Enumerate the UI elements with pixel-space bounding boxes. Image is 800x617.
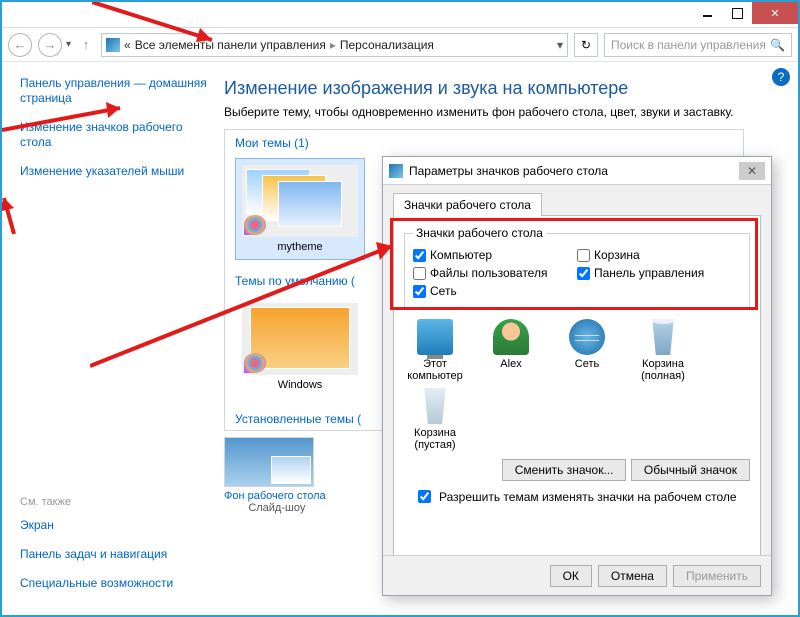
control-panel-icon [106,38,120,52]
computer-icon [417,319,453,355]
fieldset-legend: Значки рабочего стола [413,226,546,240]
user-icon [493,319,529,355]
sidebar-link-taskbar[interactable]: Панель задач и навигация [20,547,210,562]
search-icon: 🔍 [770,38,785,52]
forward-button[interactable]: → [38,33,62,57]
apply-button[interactable]: Применить [673,565,761,587]
default-icon-button[interactable]: Обычный значок [631,459,750,481]
tab-desktop-icons[interactable]: Значки рабочего стола [393,193,542,216]
search-placeholder: Поиск в панели управления [611,38,766,52]
dialog-close-button[interactable]: ✕ [739,162,765,180]
address-current[interactable]: Персонализация [340,38,434,52]
sidebar-link-pointers[interactable]: Изменение указателей мыши [20,164,210,179]
back-button[interactable]: ← [8,33,32,57]
tab-panel: Значки рабочего стола Компьютер Корзина … [393,215,761,559]
ok-button[interactable]: ОК [550,565,592,587]
toolbar: ← → ▾ ↑ « Все элементы панели управления… [2,28,798,62]
close-button[interactable]: ✕ [752,2,798,24]
theme-label: mytheme [277,241,322,253]
slideshow-label: Слайд-шоу [228,502,326,514]
sidebar: Панель управления — домашняя страница Из… [2,62,220,615]
sidebar-link-home[interactable]: Панель управления — домашняя страница [20,76,210,106]
dialog-title: Параметры значков рабочего стола [409,164,608,178]
recycle-bin-full-icon [645,319,681,355]
dialog-icon [389,164,403,178]
icon-cell-network[interactable]: Сеть [556,319,618,382]
checkbox-bin[interactable]: Корзина [577,246,741,264]
dialog-titlebar[interactable]: Параметры значков рабочего стола ✕ [383,157,771,185]
desktop-icons-fieldset: Значки рабочего стола Компьютер Корзина … [404,226,750,309]
theme-item-windows[interactable]: Windows [235,296,365,398]
address-root[interactable]: Все элементы панели управления [135,38,326,52]
allow-themes-checkbox[interactable] [418,490,431,503]
icon-cell-user[interactable]: Alex [480,319,542,382]
network-icon [569,319,605,355]
icon-cell-bin-empty[interactable]: Корзина (пустая) [404,388,466,451]
window-titlebar: ✕ [2,2,798,28]
theme-label: Windows [278,379,323,391]
up-button[interactable]: ↑ [77,33,95,57]
cancel-button[interactable]: Отмена [598,565,667,587]
sidebar-link-desktop-icons[interactable]: Изменение значков рабочего стола [20,120,210,150]
page-title: Изменение изображения и звука на компьют… [224,78,782,99]
recycle-bin-empty-icon [417,388,453,424]
sidebar-link-screen[interactable]: Экран [20,518,210,533]
icon-preview-grid: Этот компьютер Alex Сеть Корзина (полная… [404,309,750,455]
desktop-icons-dialog: Параметры значков рабочего стола ✕ Значк… [382,156,772,596]
change-icon-button[interactable]: Сменить значок... [502,459,627,481]
search-input[interactable]: Поиск в панели управления 🔍 [604,33,792,57]
help-icon[interactable]: ? [772,68,790,86]
icon-cell-bin-full[interactable]: Корзина (полная) [632,319,694,382]
page-subtitle: Выберите тему, чтобы одновременно измени… [224,105,782,119]
breadcrumb-separator-icon: ▸ [330,38,336,52]
refresh-button[interactable]: ↻ [574,33,598,57]
address-bar[interactable]: « Все элементы панели управления ▸ Персо… [101,33,568,57]
theme-item-mytheme[interactable]: mytheme [235,158,365,260]
icon-cell-computer[interactable]: Этот компьютер [404,319,466,382]
history-dropdown[interactable]: ▾ [66,39,71,50]
maximize-button[interactable] [722,2,752,24]
see-also-label: См. также [20,496,210,508]
desktop-background-thumb[interactable] [224,437,314,487]
checkbox-controlpanel[interactable]: Панель управления [577,264,741,282]
desktop-background-link[interactable]: Фон рабочего стола [224,490,326,502]
minimize-button[interactable] [692,2,722,24]
section-my-themes[interactable]: Мои темы (1) [225,130,743,154]
checkbox-network[interactable]: Сеть [413,282,577,300]
sidebar-link-accessibility[interactable]: Специальные возможности [20,576,210,591]
address-chevron: « [124,38,131,52]
dialog-footer: ОК Отмена Применить [383,555,771,595]
checkbox-userfiles[interactable]: Файлы пользователя [413,264,577,282]
checkbox-computer[interactable]: Компьютер [413,246,577,264]
allow-themes-label: Разрешить темам изменять значки на рабоч… [439,490,737,504]
